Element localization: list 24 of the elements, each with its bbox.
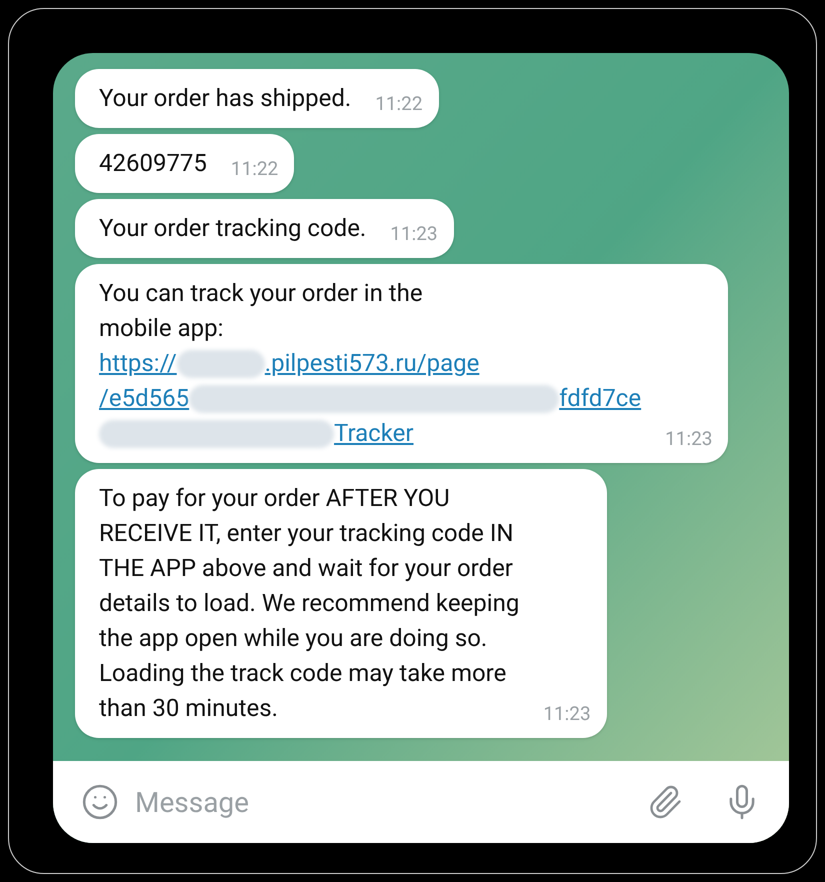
message-text: than 30 minutes.: [99, 693, 279, 724]
message-text: THE APP above and wait for your order: [99, 553, 514, 584]
message-text: RECEIVE IT, enter your tracking code IN: [99, 518, 514, 549]
message-text: Your order tracking code.: [99, 213, 366, 244]
message-time: 11:23: [543, 702, 591, 726]
link[interactable]: .pilpesti573.ru/page: [264, 346, 480, 381]
link[interactable]: Tracker: [334, 416, 414, 451]
message-time: 11:23: [665, 427, 712, 451]
message-text: 42609775: [99, 148, 207, 179]
message-time: 11:23: [390, 222, 438, 246]
link[interactable]: /e5d565: [99, 381, 190, 416]
message-time: 11:22: [375, 92, 423, 116]
link[interactable]: https://: [99, 346, 177, 381]
message-text: To pay for your order AFTER YOU: [99, 483, 451, 514]
message-text: details to load. We recommend keeping: [99, 588, 520, 619]
message-composer[interactable]: Message: [53, 761, 789, 843]
message-time: 11:22: [230, 157, 278, 181]
message-text: mobile app:: [99, 313, 224, 344]
message-text: Loading the track code may take more: [99, 658, 508, 689]
message-text: Your order has shipped.: [99, 83, 352, 114]
message-text: the app open while you are doing so.: [99, 623, 488, 654]
emoji-icon[interactable]: [81, 783, 119, 821]
link[interactable]: fdfd7ce: [559, 381, 642, 416]
message-text: You can track your order in the: [99, 278, 424, 309]
